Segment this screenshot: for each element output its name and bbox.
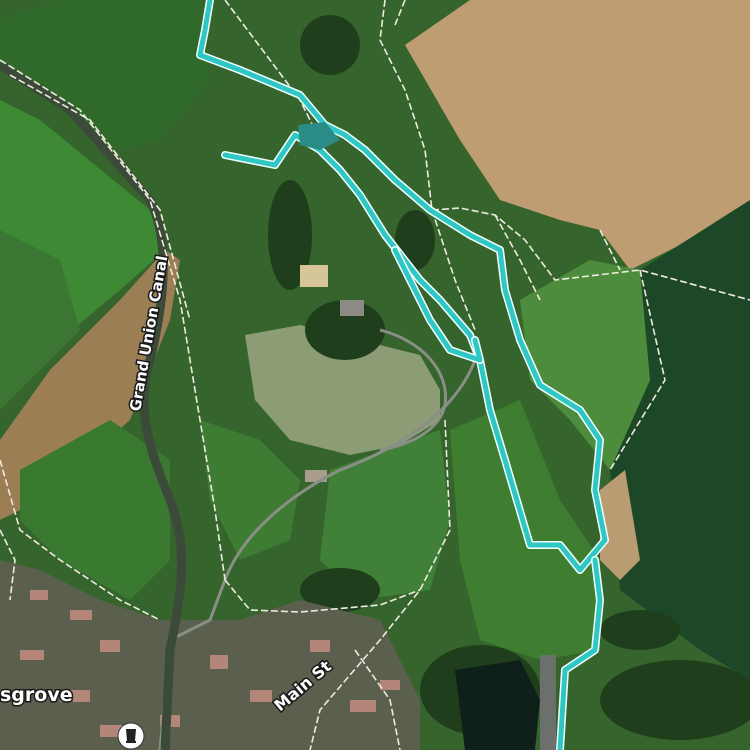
pub-icon[interactable] <box>117 722 145 750</box>
rooftop <box>100 640 120 652</box>
sports-court <box>300 265 328 287</box>
farm-building <box>340 300 364 316</box>
rooftop <box>210 655 228 669</box>
boat-hangar <box>540 655 556 750</box>
rooftop <box>70 610 92 620</box>
rooftop <box>310 640 330 652</box>
rooftop <box>250 690 272 702</box>
wood-patch <box>300 15 360 75</box>
rooftop <box>30 590 48 600</box>
wood-patch <box>600 610 680 650</box>
glass-shape <box>126 729 136 741</box>
satellite-map[interactable]: Grand Union Canal Main St sgrove <box>0 0 750 750</box>
rooftop <box>380 680 400 690</box>
rooftop <box>350 700 376 712</box>
rooftop <box>20 650 44 660</box>
glass-base <box>126 741 136 743</box>
town-label: sgrove <box>0 684 73 706</box>
